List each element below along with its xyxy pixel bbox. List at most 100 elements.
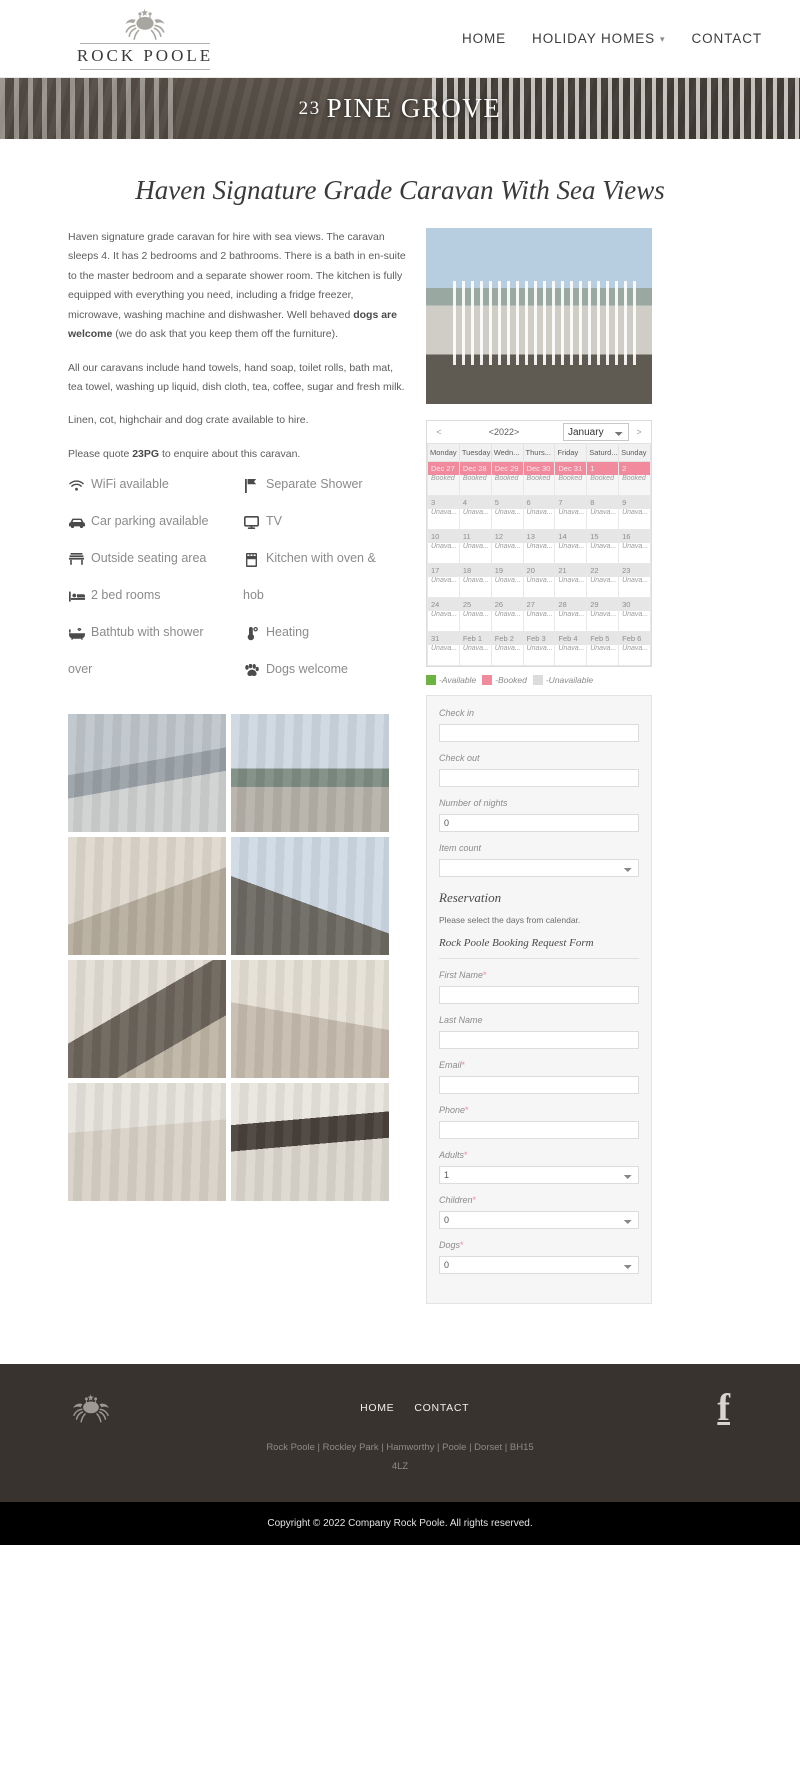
calendar-day-cell[interactable]: 2 Booked: [618, 461, 651, 496]
nights-input[interactable]: [439, 814, 639, 832]
calendar-day-cell[interactable]: Dec 28 Booked: [458, 461, 492, 496]
footer-navigation: HOME CONTACT: [360, 1402, 469, 1414]
calendar-day-cell[interactable]: 21 Unava...: [554, 563, 588, 598]
calendar-day-cell[interactable]: 26 Unava...: [490, 597, 524, 632]
site-footer: HOME CONTACT f Rock Poole | Rockley Park…: [0, 1364, 800, 1502]
gallery-thumb-4[interactable]: [231, 837, 389, 956]
calendar-day-cell[interactable]: 9 Unava...: [618, 495, 651, 530]
calendar-day-cell[interactable]: 16 Unava...: [618, 529, 651, 564]
calendar-day-number: Feb 2: [491, 632, 523, 645]
calendar-year-label[interactable]: <2022>: [449, 427, 559, 437]
calendar-day-number: 12: [491, 530, 523, 543]
itemcount-select[interactable]: [439, 859, 639, 877]
calendar-day-cell[interactable]: 14 Unava...: [554, 529, 588, 564]
calendar-day-cell[interactable]: Feb 1 Unava...: [458, 631, 492, 666]
calendar-day-cell[interactable]: 20 Unava...: [522, 563, 556, 598]
calendar-day-cell[interactable]: Dec 27 Booked: [427, 461, 460, 496]
booking-form-fields: First Name* Last Name Email* Phone* Adults* 1…: [439, 970, 639, 1285]
calendar-day-cell[interactable]: Feb 2 Unava...: [490, 631, 524, 666]
calendar-day-cell[interactable]: 19 Unava...: [490, 563, 524, 598]
amenity-bathtub-cont-label: over: [68, 662, 93, 677]
calendar-day-cell[interactable]: 11 Unava...: [458, 529, 492, 564]
calendar-day-cell[interactable]: 25 Unava...: [458, 597, 492, 632]
calendar-day-cell[interactable]: 22 Unava...: [586, 563, 620, 598]
calendar-prev-button[interactable]: <: [433, 427, 445, 437]
calendar-day-cell[interactable]: 18 Unava...: [458, 563, 492, 598]
nav-item-holiday-homes[interactable]: HOLIDAY HOMES ▾: [532, 31, 665, 46]
field-input-adults[interactable]: 1: [439, 1166, 639, 1184]
gallery-thumb-1[interactable]: [68, 714, 226, 833]
oven-icon: [243, 552, 260, 567]
gallery-thumb-3[interactable]: [68, 837, 226, 956]
calendar-month-select[interactable]: JanuaryFebruaryMarchAprilMayJuneJulyAugu…: [563, 423, 629, 441]
calendar-day-number: 25: [459, 598, 491, 611]
calendar-day-cell[interactable]: 6 Unava...: [522, 495, 556, 530]
field-input-phone[interactable]: [439, 1121, 639, 1139]
amenity-car-parking: Car parking available: [68, 515, 233, 552]
field-input-email[interactable]: [439, 1076, 639, 1094]
nav-item-contact[interactable]: CONTACT: [691, 31, 762, 46]
calendar-day-cell[interactable]: 17 Unava...: [427, 563, 460, 598]
calendar-day-number: Dec 31: [555, 462, 587, 475]
content-left-column: Haven signature grade caravan for hire w…: [68, 228, 408, 1202]
calendar-day-cell[interactable]: 3 Unava...: [427, 495, 460, 530]
amenity-wifi: WiFi available: [68, 478, 233, 515]
calendar-day-cell[interactable]: 8 Unava...: [586, 495, 620, 530]
calendar-next-button[interactable]: >: [633, 427, 645, 437]
calendar-day-header: Thurs...: [522, 443, 556, 462]
calendar-day-cell[interactable]: Feb 5 Unava...: [586, 631, 620, 666]
gallery-thumb-2[interactable]: [231, 714, 389, 833]
footer-nav-contact[interactable]: CONTACT: [414, 1402, 469, 1414]
calendar-day-cell[interactable]: 30 Unava...: [618, 597, 651, 632]
calendar-day-cell[interactable]: 28 Unava...: [554, 597, 588, 632]
checkin-input[interactable]: [439, 724, 639, 742]
calendar-day-cell[interactable]: 13 Unava...: [522, 529, 556, 564]
calendar-day-status: Unava...: [431, 645, 458, 652]
calendar-day-cell[interactable]: 7 Unava...: [554, 495, 588, 530]
calendar-day-cell[interactable]: 10 Unava...: [427, 529, 460, 564]
calendar-day-cell[interactable]: 12 Unava...: [490, 529, 524, 564]
property-main-photo[interactable]: [426, 228, 652, 404]
calendar-day-cell[interactable]: Feb 4 Unava...: [554, 631, 588, 666]
nav-item-home[interactable]: HOME: [462, 31, 506, 46]
calendar-day-cell[interactable]: 15 Unava...: [586, 529, 620, 564]
gallery-thumb-6[interactable]: [231, 960, 389, 1079]
calendar-day-number: 28: [555, 598, 587, 611]
field-input-first-name[interactable]: [439, 986, 639, 1004]
nav-item-holiday-homes-label: HOLIDAY HOMES: [532, 31, 656, 46]
brand-logo[interactable]: ROCK POOLE: [70, 7, 220, 70]
footer-nav-home[interactable]: HOME: [360, 1402, 394, 1414]
quote-code-paragraph: Please quote 23PG to enquire about this …: [68, 445, 408, 464]
calendar-day-cell[interactable]: 31 Unava...: [427, 631, 460, 666]
field-input-last-name[interactable]: [439, 1031, 639, 1049]
facebook-icon[interactable]: f: [717, 1389, 730, 1427]
calendar-day-cell[interactable]: Dec 29 Booked: [490, 461, 524, 496]
calendar-day-cell[interactable]: 27 Unava...: [522, 597, 556, 632]
calendar-day-status: Unava...: [526, 611, 553, 618]
gallery-thumb-8[interactable]: [231, 1083, 389, 1202]
calendar-day-cell[interactable]: Dec 31 Booked: [554, 461, 588, 496]
calendar-day-cell[interactable]: 1 Booked: [586, 461, 620, 496]
calendar-day-cell[interactable]: 29 Unava...: [586, 597, 620, 632]
calendar-day-cell[interactable]: Feb 3 Unava...: [522, 631, 556, 666]
calendar-day-cell[interactable]: 4 Unava...: [458, 495, 492, 530]
calendar-day-cell[interactable]: 23 Unava...: [618, 563, 651, 598]
chevron-down-icon: ▾: [660, 34, 666, 44]
gallery-thumb-7[interactable]: [68, 1083, 226, 1202]
calendar-day-number: 4: [459, 496, 491, 509]
legend-unavailable: -Unavailable: [532, 675, 593, 685]
checkout-label: Check out: [439, 753, 480, 763]
field-input-dogs[interactable]: 0: [439, 1256, 639, 1274]
tv-icon: [243, 515, 260, 530]
calendar-day-cell[interactable]: Dec 30 Booked: [522, 461, 556, 496]
amenity-separate-shower: Separate Shower: [243, 478, 408, 515]
calendar-day-cell[interactable]: 5 Unava...: [490, 495, 524, 530]
calendar-day-cell[interactable]: Feb 6 Unava...: [618, 631, 651, 666]
calendar-day-status: Unava...: [558, 577, 585, 584]
field-input-children[interactable]: 0: [439, 1211, 639, 1229]
checkout-input[interactable]: [439, 769, 639, 787]
calendar-day-number: 10: [428, 530, 459, 543]
field-label-text: First Name: [439, 970, 484, 980]
calendar-day-cell[interactable]: 24 Unava...: [427, 597, 460, 632]
gallery-thumb-5[interactable]: [68, 960, 226, 1079]
